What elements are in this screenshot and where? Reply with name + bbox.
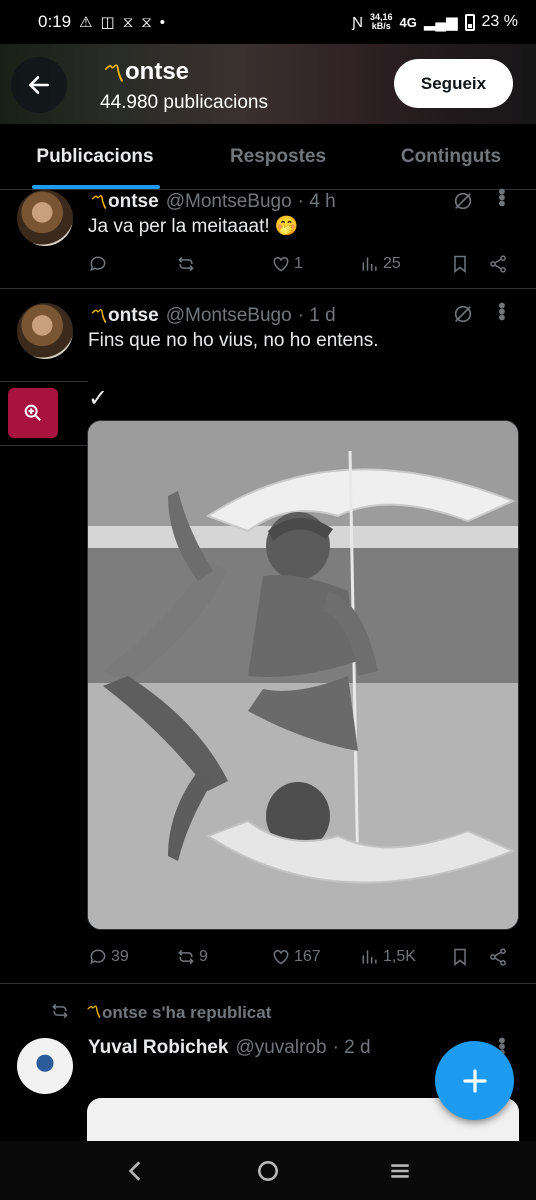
bookmark-icon xyxy=(454,255,466,274)
battery-level: 23 % xyxy=(481,13,518,30)
avatar[interactable] xyxy=(17,303,73,359)
bookmark-button[interactable] xyxy=(450,947,470,967)
app-icon-2: ⧖ xyxy=(141,13,152,31)
views-icon xyxy=(362,950,377,964)
app-icon: ⧖ xyxy=(122,13,134,31)
post-text: Fins que no ho vius, no ho entens. xyxy=(88,330,379,351)
tab-replies[interactable]: Respostes xyxy=(190,124,366,189)
post-meta: 〽 ontse @MontseBugo · 1 d xyxy=(88,302,336,329)
post-time: · 1 d xyxy=(297,304,336,326)
repost-icon xyxy=(178,256,194,272)
plus-icon xyxy=(462,1068,487,1093)
divider xyxy=(0,983,536,984)
post-count: 44.980 publicacions xyxy=(100,92,268,113)
grok-icon[interactable] xyxy=(452,190,474,212)
author-handle[interactable]: @MontseBugo xyxy=(166,191,292,213)
views-icon xyxy=(362,257,377,271)
repost-indicator[interactable]: 〽ontse s'ha republicat xyxy=(50,998,271,1023)
dot-icon: • xyxy=(159,13,166,31)
author-handle[interactable]: @yuvalrob xyxy=(235,1037,326,1059)
author-handle[interactable]: @MontseBugo xyxy=(166,305,292,327)
clock: 0:19 xyxy=(38,12,72,31)
repost-icon xyxy=(178,949,194,965)
post-time: · 4 h xyxy=(297,190,336,212)
view-count: 25 xyxy=(383,255,401,272)
tab-media[interactable]: Continguts xyxy=(366,124,536,189)
reply-button[interactable]: 39 xyxy=(88,947,129,967)
profile-header: 〽 ontse 44.980 publicacions Segueix xyxy=(0,44,536,124)
signal-icon: ▂▄▆ xyxy=(423,13,458,31)
like-count: 1 xyxy=(294,255,303,272)
heart-icon xyxy=(273,256,289,272)
reply-icon xyxy=(90,256,106,272)
share-icon xyxy=(490,255,506,273)
net-speed: 34,16 kB/s xyxy=(369,12,393,31)
like-button[interactable]: 1 xyxy=(271,254,303,274)
more-options-icon[interactable]: ••• xyxy=(489,302,512,320)
author-name[interactable]: ontse xyxy=(108,191,159,213)
profile-name: 〽 ontse xyxy=(100,54,189,89)
reply-count: 39 xyxy=(111,948,129,965)
back-button[interactable] xyxy=(11,57,67,113)
post-time: · 2 d xyxy=(332,1037,371,1058)
recents-nav-icon[interactable] xyxy=(387,1158,413,1184)
post-actions: 39 9 167 1,5K xyxy=(88,945,520,969)
post-meta: Yuval Robichek @yuvalrob · 2 d xyxy=(88,1037,371,1059)
system-nav-bar xyxy=(0,1141,536,1200)
views-button[interactable]: 1,5K xyxy=(360,947,416,967)
share-button[interactable] xyxy=(488,947,508,967)
view-count: 1,5K xyxy=(383,948,416,965)
repost-icon xyxy=(52,1003,68,1018)
post-actions: 1 25 xyxy=(88,252,520,276)
author-name[interactable]: Yuval Robichek xyxy=(88,1037,228,1059)
avatar[interactable] xyxy=(17,190,73,246)
post-text: Ja va per la meitaaat! 🤭 xyxy=(88,216,299,237)
battery-icon xyxy=(464,13,475,31)
arrow-left-icon xyxy=(29,76,49,94)
author-name[interactable]: ontse xyxy=(108,305,159,327)
bookmark-icon xyxy=(454,948,466,967)
network-type: 4G xyxy=(399,14,417,30)
bookmark-button[interactable] xyxy=(450,254,470,274)
repost-count: 9 xyxy=(199,948,208,965)
logo-icon: 〽 xyxy=(84,1003,101,1022)
follow-button[interactable]: Segueix xyxy=(394,59,513,108)
share-button[interactable] xyxy=(488,254,508,274)
logo-icon: 〽 xyxy=(88,307,108,328)
like-count: 167 xyxy=(294,948,321,965)
profile-tabs: Publicacions Respostes Continguts xyxy=(0,124,536,190)
avatar[interactable] xyxy=(17,1038,73,1094)
views-button[interactable]: 25 xyxy=(360,254,401,274)
zoom-in-icon xyxy=(24,404,42,422)
repost-button[interactable]: 9 xyxy=(176,947,208,967)
warning-icon: ⚠ xyxy=(79,13,93,31)
tab-posts[interactable]: Publicacions xyxy=(0,124,190,189)
grok-icon[interactable] xyxy=(452,303,474,325)
reply-button[interactable] xyxy=(88,254,111,274)
post-meta: 〽 ontse @MontseBugo · 4 h xyxy=(88,188,336,215)
heart-icon xyxy=(273,949,289,965)
logo-icon: 〽 xyxy=(100,61,124,88)
home-nav-icon[interactable] xyxy=(255,1158,281,1184)
zoom-button[interactable] xyxy=(8,388,58,438)
repost-button[interactable] xyxy=(176,254,199,274)
nfc-icon: Ɲ xyxy=(352,13,363,31)
share-icon xyxy=(490,948,506,966)
post-image[interactable] xyxy=(87,420,519,930)
more-options-icon[interactable]: ••• xyxy=(489,188,512,206)
status-bar: 0:19 ⚠ ◫ ⧖ ⧖ • Ɲ 34,16 kB/s 4G ▂▄▆ 23 % xyxy=(0,0,536,44)
compose-button[interactable] xyxy=(435,1041,514,1120)
checkmark: ✓ xyxy=(88,385,109,412)
reply-icon xyxy=(90,949,106,965)
umbrella-woman-reflection-image xyxy=(88,421,518,929)
back-nav-icon[interactable] xyxy=(123,1158,149,1184)
divider xyxy=(0,288,536,289)
like-button[interactable]: 167 xyxy=(271,947,321,967)
post-1[interactable]: 〽 ontse @MontseBugo · 4 h ••• Ja va per … xyxy=(0,188,536,288)
logo-icon: 〽 xyxy=(88,193,108,214)
instagram-icon: ◫ xyxy=(100,13,115,31)
